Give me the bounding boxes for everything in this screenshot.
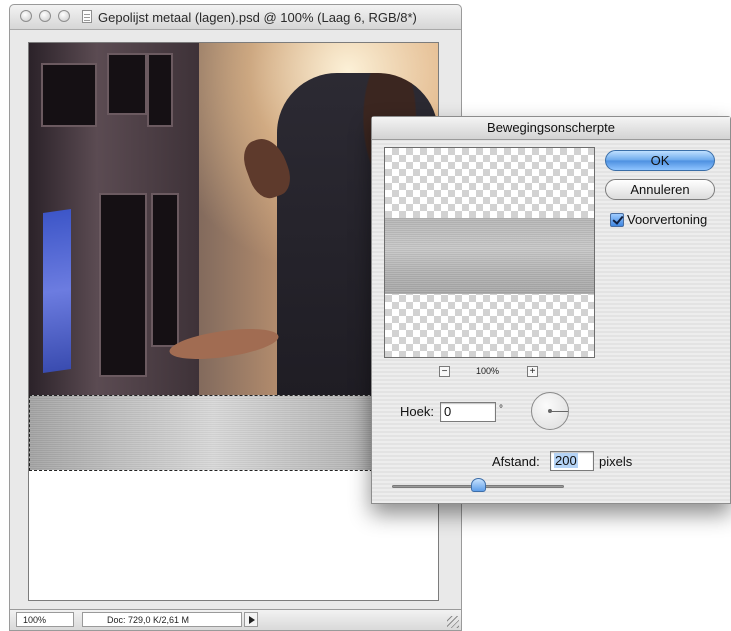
dial-indicator [550,411,568,412]
dial-center [548,409,552,413]
machine-panel [107,53,147,115]
preview-metal-strip [385,218,594,294]
document-info: Doc: 729,0 K/2,61 M [82,612,242,627]
machine-panel [147,53,173,127]
angle-label: Hoek: [400,404,434,419]
document-title: Gepolijst metaal (lagen).psd @ 100% (Laa… [98,10,417,25]
machine-panel [99,193,147,377]
preview-checkbox-label: Voorvertoning [627,212,708,227]
document-titlebar[interactable]: Gepolijst metaal (lagen).psd @ 100% (Laa… [10,5,461,30]
preview-checkbox[interactable] [610,213,624,227]
cancel-button[interactable]: Annuleren [605,179,715,200]
distance-value-selected: 200 [554,453,578,468]
motion-blur-dialog: Bewegingsonscherpte − 100% + OK Annulere… [371,116,731,504]
machine-illustration [29,43,199,395]
minimize-circle-icon[interactable] [39,10,51,22]
close-circle-icon[interactable] [20,10,32,22]
machine-panel [41,63,97,127]
zoom-level-field[interactable]: 100% [16,612,74,627]
filter-preview[interactable] [384,147,595,358]
ok-button[interactable]: OK [605,150,715,171]
distance-slider-thumb[interactable] [470,478,486,492]
preview-zoom-label: 100% [476,366,500,376]
triangle-right-icon[interactable] [244,612,258,627]
resize-grip-icon[interactable] [447,616,459,628]
angle-dial-icon[interactable] [531,392,569,430]
machine-panel [151,193,179,347]
distance-label: Afstand: [492,454,540,469]
zoom-in-button[interactable]: + [527,366,538,377]
zoom-out-button[interactable]: − [439,366,450,377]
distance-input[interactable]: 200 [550,451,594,471]
degree-symbol: ° [499,404,503,415]
angle-input[interactable]: 0 [440,402,496,422]
zoom-circle-icon[interactable] [58,10,70,22]
dialog-title: Bewegingsonscherpte [372,117,730,140]
document-proxy-icon[interactable] [82,10,92,23]
machine-screen [43,209,71,373]
distance-unit-label: pixels [599,454,633,469]
status-bar: 100% Doc: 729,0 K/2,61 M [10,609,461,630]
